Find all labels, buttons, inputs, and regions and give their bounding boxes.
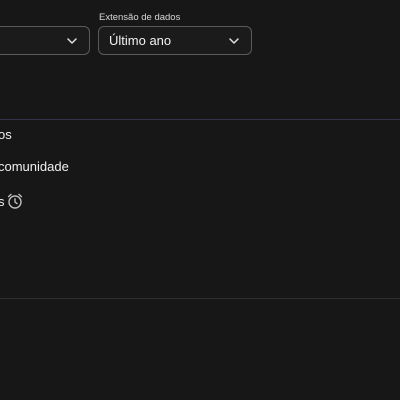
data-range-select[interactable]: Último ano bbox=[98, 26, 252, 55]
alarm-clock-icon bbox=[6, 192, 24, 210]
list-item-label: comunidade bbox=[0, 159, 69, 174]
section-divider bbox=[0, 298, 400, 299]
list-item[interactable]: os bbox=[0, 127, 12, 142]
data-range-label: Extensão de dados bbox=[99, 12, 181, 23]
section-divider bbox=[0, 119, 400, 120]
chevron-down-icon bbox=[67, 37, 77, 44]
data-range-value: Último ano bbox=[109, 33, 172, 48]
filter-select-left[interactable] bbox=[0, 26, 90, 55]
list-item-label: s bbox=[0, 193, 5, 209]
page: Extensão de dados Último ano os comunida… bbox=[0, 0, 400, 400]
list-item[interactable]: comunidade bbox=[0, 159, 69, 174]
list-item-label: os bbox=[0, 127, 12, 142]
list-item[interactable]: s bbox=[0, 192, 24, 210]
chevron-down-icon bbox=[229, 37, 239, 44]
